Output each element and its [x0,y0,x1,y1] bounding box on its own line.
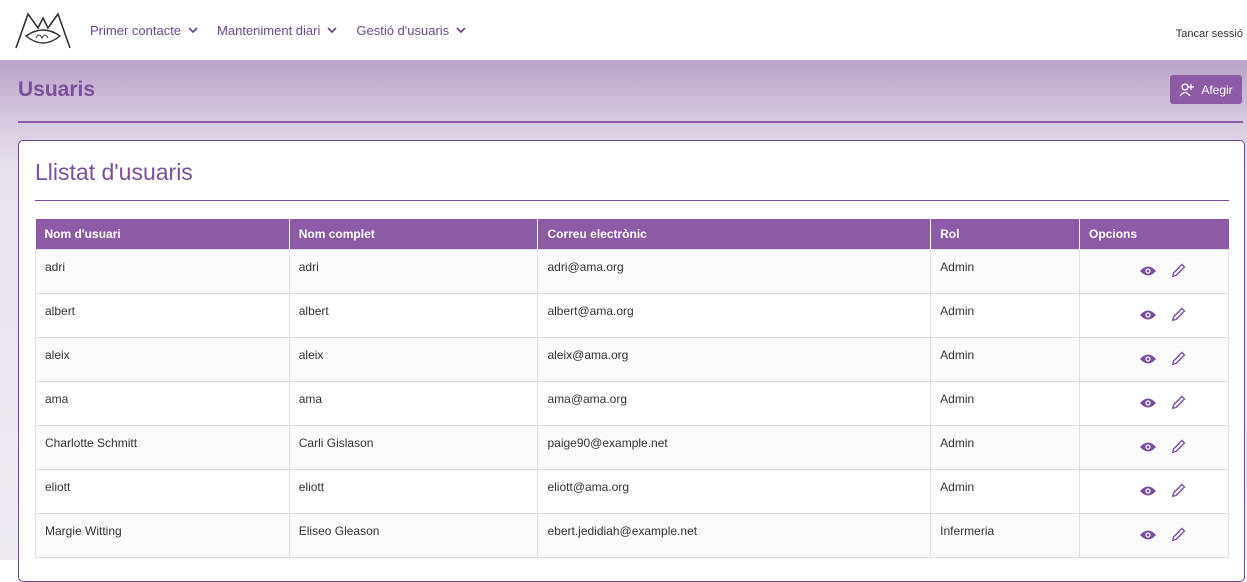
main-menu: Primer contacte Manteniment diari Gestió… [90,0,467,60]
pencil-icon[interactable] [1171,527,1186,542]
table-cell: Charlotte Schmitt [35,425,290,470]
menu-primer-contacte[interactable]: Primer contacte [90,23,199,38]
users-table: Nom d'usuari Nom complet Correu electròn… [35,219,1229,558]
pencil-icon[interactable] [1171,395,1186,410]
table-cell: eliott [288,469,539,514]
eye-icon[interactable] [1139,441,1157,453]
eye-icon[interactable] [1139,485,1157,497]
menu-label: Manteniment diari [217,22,321,38]
eye-icon[interactable] [1139,309,1157,321]
table-cell: Margie Witting [35,513,290,558]
pencil-icon[interactable] [1171,483,1186,498]
logo-icon[interactable] [14,10,72,50]
table-cell: ebert.jedidiah@example.net [537,513,932,558]
table-cell: eliott [35,469,290,514]
table-cell: ama [288,381,539,426]
options-cell [1079,381,1229,426]
users-card: Llistat d'usuaris Nom d'usuari Nom compl… [18,140,1245,582]
add-user-icon [1179,82,1195,96]
column-header[interactable]: Rol [930,219,1081,250]
table-cell: Admin [930,249,1081,294]
pencil-icon[interactable] [1171,351,1186,366]
logout-link[interactable]: Tancar sessió [1176,28,1243,40]
table-cell: aleix [35,337,290,382]
options-cell [1079,425,1229,470]
table-cell: adri [35,249,290,294]
eye-icon[interactable] [1139,397,1157,409]
column-header[interactable]: Nom d'usuari [35,219,290,250]
eye-icon[interactable] [1139,265,1157,277]
card-title: Llistat d'usuaris [35,159,193,185]
table-cell: eliott@ama.org [537,469,932,514]
options-cell [1079,293,1229,338]
card-divider [35,200,1229,201]
table-cell: Infermeria [930,513,1081,558]
menu-label: Gestió d'usuaris [356,22,450,38]
page-title: Usuaris [18,78,96,101]
table-cell: albert [35,293,290,338]
menu-gestio-usuaris[interactable]: Gestió d'usuaris [356,23,467,38]
column-header[interactable]: Correu electrònic [537,219,932,250]
table-cell: adri [288,249,539,294]
table-cell: albert [288,293,539,338]
column-header: Opcions [1079,219,1229,250]
table-row: eliott eliott eliott@ama.org Admin [35,469,1229,514]
pencil-icon[interactable] [1171,307,1186,322]
table-cell: Admin [930,381,1081,426]
table-cell: paige90@example.net [537,425,932,470]
table-cell: albert@ama.org [537,293,932,338]
chevron-down-icon [327,27,338,34]
table-cell: aleix@ama.org [537,337,932,382]
table-row: albert albert albert@ama.org Admin [35,293,1229,338]
top-navbar: Primer contacte Manteniment diari Gestió… [0,0,1247,60]
options-cell [1079,337,1229,382]
table-row: aleix aleix aleix@ama.org Admin [35,337,1229,382]
menu-manteniment-diari[interactable]: Manteniment diari [217,23,338,38]
menu-label: Primer contacte [90,22,182,38]
table-cell: Admin [930,293,1081,338]
options-cell [1079,469,1229,514]
table-row: Charlotte Schmitt Carli Gislason paige90@e… [35,425,1229,470]
table-cell: Admin [930,337,1081,382]
table-cell: adri@ama.org [537,249,932,294]
table-cell: ama@ama.org [537,381,932,426]
header-divider [18,121,1243,123]
table-cell: ama [35,381,290,426]
chevron-down-icon [188,27,198,34]
pencil-icon[interactable] [1171,439,1186,454]
table-row: ama ama ama@ama.org Admin [35,381,1229,426]
eye-icon[interactable] [1139,353,1157,365]
table-row: Margie Witting Eliseo Gleason ebert.jedidi… [35,513,1229,558]
add-button-label: Afegir [1201,82,1233,97]
options-cell [1079,249,1229,294]
chevron-down-icon [456,27,466,34]
table-cell: Admin [930,425,1081,470]
add-user-button[interactable]: Afegir [1170,75,1242,104]
table-header-row: Nom d'usuari Nom complet Correu electròn… [35,219,1229,250]
table-cell: Admin [930,469,1081,514]
options-cell [1079,513,1229,558]
eye-icon[interactable] [1139,529,1157,541]
table-cell: Eliseo Gleason [288,513,539,558]
pencil-icon[interactable] [1171,263,1186,278]
table-row: adri adri adri@ama.org Admin [35,249,1229,294]
table-cell: aleix [288,337,539,382]
column-header[interactable]: Nom complet [289,219,539,250]
table-cell: Carli Gislason [288,425,539,470]
